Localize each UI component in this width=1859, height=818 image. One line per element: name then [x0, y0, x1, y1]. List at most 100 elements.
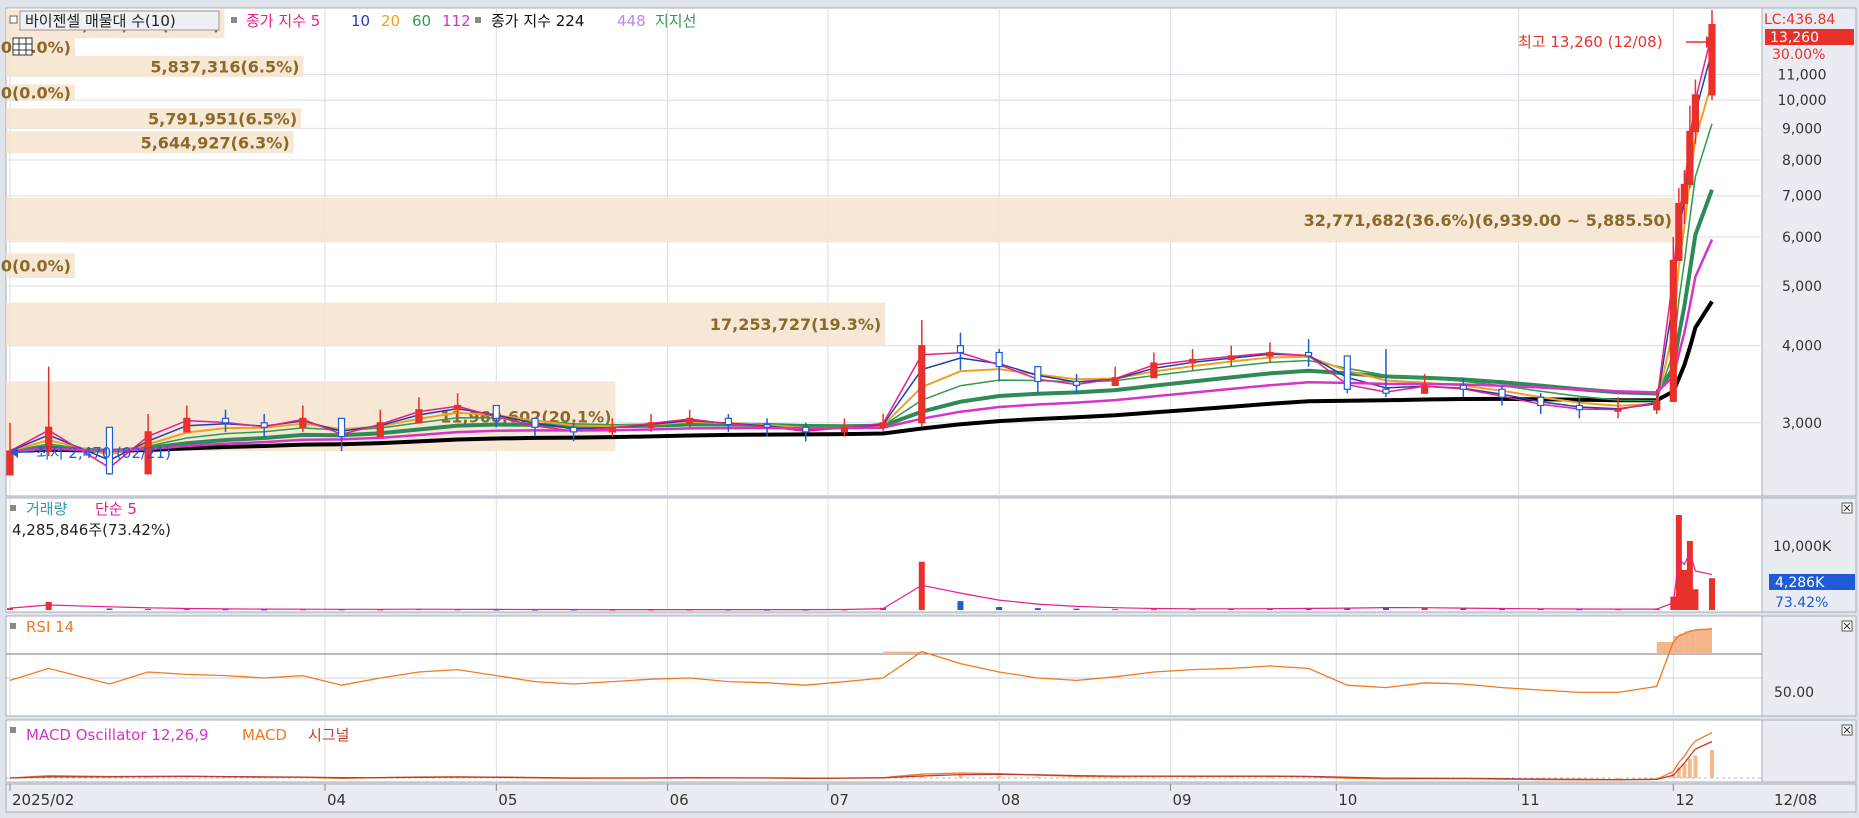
candle-body: [1670, 260, 1676, 401]
x-tick-label: 04: [327, 791, 346, 809]
candle-body: [1681, 184, 1687, 203]
volume-bar: [1460, 609, 1466, 610]
x-tick-label: 10: [1338, 791, 1357, 809]
volume-panel-plot: [6, 498, 1762, 612]
ma-group2-label: 종가 지수 224: [491, 12, 584, 30]
macd-osc-bar: [185, 777, 189, 778]
price-y-tick: 10,000: [1778, 93, 1827, 109]
macd-osc-bar: [1113, 777, 1117, 778]
price-y-tick: 9,000: [1782, 121, 1822, 137]
macd-osc-bar: [1616, 778, 1620, 779]
candle-body: [455, 406, 461, 410]
close-panel-icon[interactable]: [1842, 503, 1852, 513]
legend-checkbox-icon[interactable]: [10, 16, 17, 23]
x-tick-label: 2025/02: [12, 791, 74, 809]
macd-osc-bar: [1710, 750, 1714, 778]
candle-body: [1383, 389, 1389, 393]
candle-body: [493, 406, 499, 419]
candle-body: [880, 423, 886, 428]
volume-profile-label: 5,837,316(6.5%): [150, 57, 299, 76]
volume-profile-label: 0(0.0%): [1, 83, 71, 102]
candle-body: [1538, 397, 1544, 405]
volume-bar: [1151, 609, 1157, 610]
candle-body: [1709, 25, 1715, 95]
macd-legend-square-icon: [10, 727, 16, 733]
legend-square-icon: [231, 17, 237, 23]
candle-body: [339, 418, 345, 436]
candle-body: [1460, 385, 1466, 389]
volume-profile-label: 5,644,927(6.3%): [141, 133, 290, 152]
candle-body: [1267, 352, 1273, 355]
price-y-tick: 11,000: [1778, 68, 1827, 84]
legend-square-icon-2: [475, 17, 481, 23]
volume-info: 4,285,846주(73.42%): [12, 521, 171, 539]
volume-pct-label: 73.42%: [1775, 595, 1828, 611]
rsi-y-tick: 50.00: [1774, 685, 1814, 701]
volume-bar: [106, 609, 112, 610]
chart-canvas[interactable]: 4,285,846(4.8%)0(0.0%)5,837,316(6.5%)0(0…: [0, 0, 1859, 814]
macd-osc-bar: [1268, 777, 1272, 778]
candle-body: [1035, 367, 1041, 382]
stock-chart-window: 4,285,846(4.8%)0(0.0%)5,837,316(6.5%)0(0…: [0, 0, 1859, 814]
candle-body: [223, 418, 229, 422]
volume-bar: [46, 602, 52, 610]
volume-y-tick: 10,000K: [1773, 539, 1832, 555]
volume-bar: [996, 607, 1002, 610]
candle-body: [764, 425, 770, 428]
ma60-label: 60: [412, 12, 431, 30]
macd-osc-bar: [1682, 764, 1686, 778]
macd-osc-bar: [1075, 777, 1079, 778]
current-price-label: 13,260: [1770, 30, 1819, 46]
rsi-overbought-fill: [1679, 634, 1685, 654]
candle-body: [919, 346, 925, 423]
x-axis-area: [6, 784, 1856, 812]
macd-osc-bar: [224, 777, 228, 778]
candle-body: [416, 410, 422, 423]
volume-profile-label: 5,791,951(6.5%): [148, 109, 297, 128]
x-axis-right-label: 12/08: [1774, 791, 1817, 809]
candle-body: [300, 418, 306, 427]
candle-body: [1687, 131, 1693, 184]
x-tick-label: 08: [1001, 791, 1020, 809]
lc-label: LC:436.84: [1764, 12, 1835, 28]
grid-table-icon[interactable]: [13, 38, 32, 55]
candle-body: [1074, 381, 1080, 385]
low-label: 최저 2,470 (02/21): [36, 444, 171, 462]
candle-body: [725, 418, 731, 424]
candle-body: [1499, 389, 1505, 397]
volume-bar: [1709, 578, 1715, 610]
ma448-label: 448: [617, 12, 646, 30]
pct-label: 30.00%: [1772, 47, 1825, 63]
candle-body: [609, 427, 615, 432]
macd-label: MACD: [242, 726, 287, 744]
macd-osc-bar: [1229, 777, 1233, 778]
price-y-tick: 6,000: [1782, 230, 1822, 246]
candle-body: [1692, 95, 1698, 132]
close-panel-icon-rsi[interactable]: [1842, 621, 1852, 631]
volume-profile-label: 17,253,727(19.3%): [710, 315, 881, 334]
candle-body: [687, 418, 693, 422]
volume-ma-label: 단순 5: [95, 500, 137, 518]
volume-profile-label: 0(0.0%): [1, 38, 71, 57]
volume-bar: [1112, 609, 1118, 610]
volume-bar: [1692, 589, 1698, 610]
candle-body: [648, 423, 654, 428]
volume-bar: [1035, 608, 1041, 610]
candle-body: [1190, 359, 1196, 363]
x-tick-label: 06: [670, 791, 689, 809]
rsi-overbought-fill: [1684, 631, 1690, 654]
macd-osc-bar: [958, 775, 962, 778]
price-y-tick: 4,000: [1782, 339, 1822, 355]
x-tick-label: 09: [1172, 791, 1191, 809]
candle-body: [1654, 401, 1660, 409]
volume-bar: [184, 609, 190, 610]
candle-body: [1676, 204, 1682, 261]
close-panel-icon-macd[interactable]: [1842, 725, 1852, 735]
candle-body: [261, 423, 267, 428]
candle-body: [803, 427, 809, 432]
volume-legend-square-icon: [10, 505, 16, 511]
candle-body: [377, 423, 383, 437]
macd-osc-bar: [1036, 777, 1040, 778]
candle-body: [1344, 356, 1350, 389]
candle-body: [1576, 406, 1582, 410]
